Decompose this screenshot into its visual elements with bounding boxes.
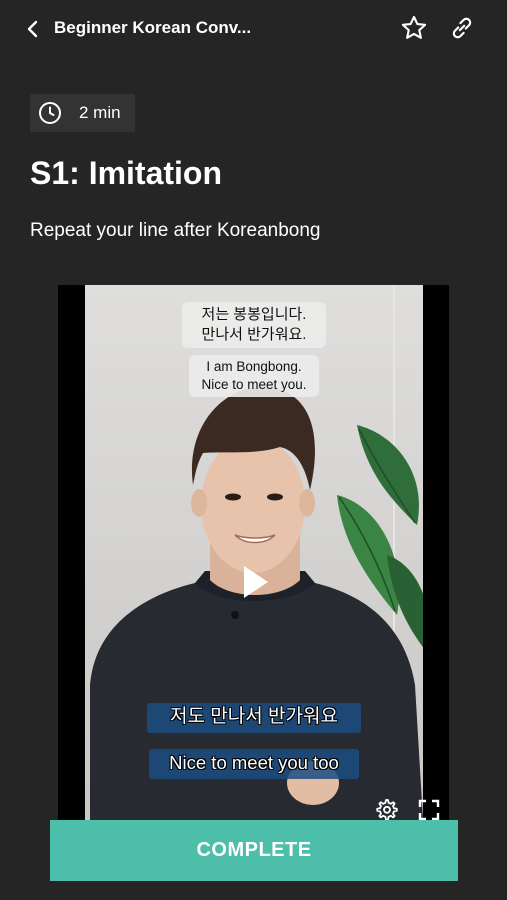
english-subtitle: Nice to meet you too	[149, 749, 359, 779]
fullscreen-button[interactable]	[417, 798, 441, 822]
link-icon	[452, 17, 472, 39]
english-caption-line: Nice to meet you.	[201, 377, 307, 392]
complete-button[interactable]: COMPLETE	[50, 820, 458, 881]
video-settings-button[interactable]	[374, 798, 398, 822]
step-title: S1: Imitation	[30, 155, 223, 191]
gear-icon	[376, 799, 398, 821]
top-bar: Beginner Korean Conv...	[0, 0, 507, 58]
step-instruction: Repeat your line after Koreanbong	[30, 220, 321, 241]
video-player[interactable]: 저는 봉봉입니다. 만나서 반가워요. I am Bongbong. Nice …	[58, 285, 449, 820]
star-icon	[401, 15, 427, 39]
duration-text: 2 min	[79, 103, 121, 122]
favorite-button[interactable]	[398, 12, 430, 44]
duration-badge: 2 min	[30, 94, 135, 132]
back-button[interactable]	[18, 14, 48, 44]
play-button[interactable]	[240, 562, 272, 602]
korean-caption-box: 저는 봉봉입니다. 만나서 반가워요.	[182, 302, 326, 348]
korean-subtitle: 저도 만나서 반가워요	[147, 703, 361, 733]
english-caption-box: I am Bongbong. Nice to meet you.	[189, 355, 319, 397]
korean-caption-line: 저는 봉봉입니다.	[201, 306, 307, 323]
lesson-screen: Beginner Korean Conv... 2 min S1: Imitat…	[0, 0, 507, 900]
share-link-button[interactable]	[446, 12, 478, 44]
english-caption-line: I am Bongbong.	[206, 359, 302, 374]
page-title: Beginner Korean Conv...	[54, 18, 252, 37]
video-frame: 저는 봉봉입니다. 만나서 반가워요. I am Bongbong. Nice …	[85, 285, 423, 820]
fullscreen-icon	[418, 799, 440, 821]
chevron-left-icon	[27, 20, 38, 38]
clock-icon	[38, 101, 62, 125]
korean-caption-line: 만나서 반가워요.	[201, 326, 307, 343]
play-icon	[244, 566, 268, 598]
